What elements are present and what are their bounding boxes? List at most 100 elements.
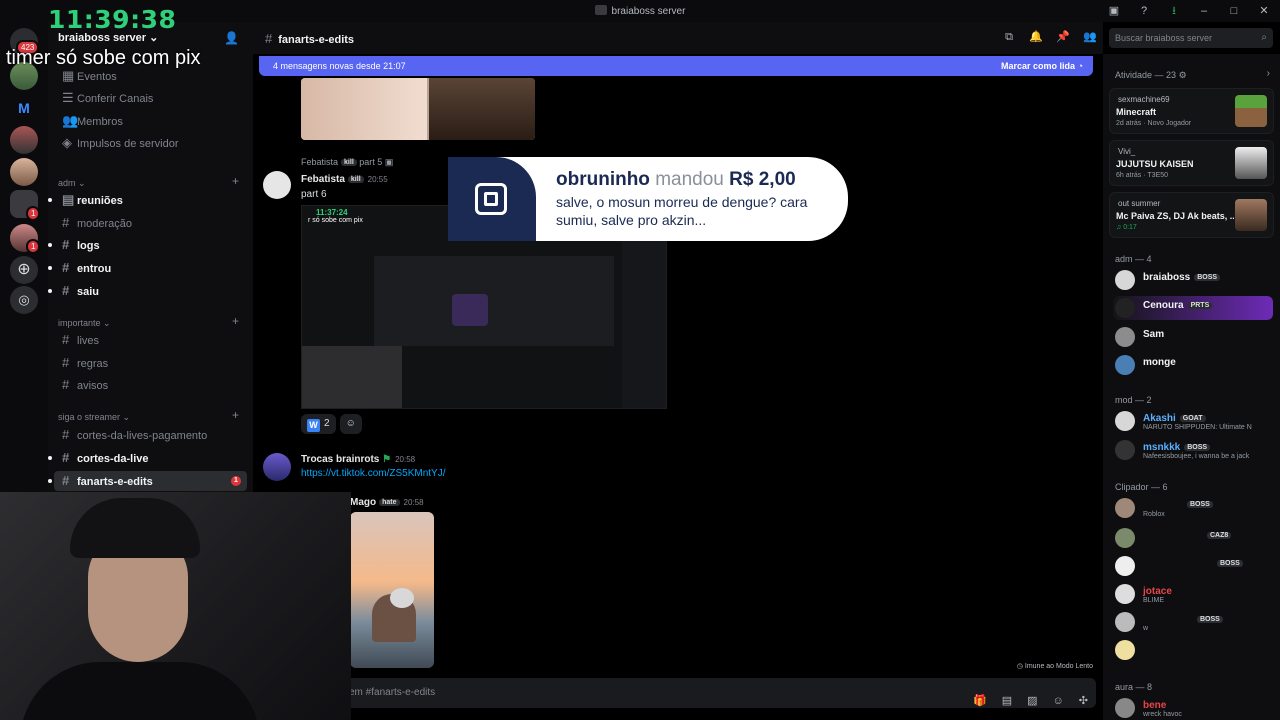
bell-icon[interactable]: 🔔 [1029, 30, 1043, 44]
member-item[interactable]: BOSS Roblox [1113, 496, 1273, 520]
avatar [1115, 327, 1135, 347]
server-icon-m[interactable]: M [10, 94, 38, 122]
member-item[interactable]: monge [1113, 353, 1273, 377]
message-author[interactable]: Mago hate 20:58 [350, 497, 424, 508]
message-author[interactable]: Trocas brainrots ⚑ 20:58 [301, 454, 415, 465]
inbox-icon[interactable]: ▣ [1106, 3, 1122, 19]
activity-card[interactable]: Vivi_ JUJUTSU KAISEN 6h atrás · T3E50 [1109, 140, 1274, 186]
inner-caption: r só sobe com pix [308, 217, 363, 224]
inner-timer: 11:37:24 [316, 208, 348, 217]
avatar[interactable] [263, 171, 291, 199]
close-icon[interactable]: ✕ [1256, 3, 1272, 19]
members-list-icon[interactable]: 👥 [1083, 30, 1097, 44]
member-item[interactable]: braiaboss BOSS [1113, 268, 1273, 292]
gif-icon[interactable]: ▤ [1002, 686, 1012, 716]
add-member-icon[interactable]: 👤 [224, 31, 239, 45]
window-title: braiaboss server [0, 5, 1280, 17]
chevron-right-icon[interactable]: › [1267, 68, 1270, 79]
server-icon-2[interactable] [10, 126, 38, 154]
sticker-icon[interactable]: ▨ [1027, 686, 1037, 716]
role-header-adm: adm — 4 [1115, 254, 1152, 264]
clock-icon: ◷ [1016, 663, 1023, 670]
donation-headline: obruninho mandou R$ 2,00 [556, 169, 796, 190]
add-server-icon[interactable]: ⊕ [10, 256, 38, 284]
member-item[interactable]: BOSS [1113, 554, 1273, 578]
channel-avisos[interactable]: # avisos [54, 375, 247, 395]
hash-icon: # [265, 31, 273, 46]
member-item[interactable]: Cenoura PRTS [1113, 296, 1273, 320]
sidebar-item-conferir-canais[interactable]: ☰ Conferir Canais [54, 88, 247, 108]
sidebar-item-membros[interactable]: 👥Membros [54, 111, 247, 131]
anime-thumbnail [1235, 147, 1267, 179]
reaction-w[interactable]: W2 [301, 414, 336, 434]
add-channel-icon[interactable]: + [232, 408, 239, 422]
emoji-icon[interactable]: ☺ [1053, 686, 1064, 716]
search-input[interactable]: Buscar braiaboss server ⌕ [1109, 28, 1273, 48]
donation-alert: obruninho mandou R$ 2,00 salve, o mosun … [448, 157, 848, 241]
member-item[interactable]: jotace BLIME [1113, 582, 1273, 606]
member-item[interactable]: CAZ8 [1113, 526, 1273, 550]
member-item[interactable] [1113, 638, 1273, 662]
chat-area: Febatista kill part 5 ▣ Febatista kill 20:5… [253, 54, 1103, 720]
channel-lives[interactable]: # lives [54, 330, 247, 350]
avatar [1115, 355, 1135, 375]
server-icon [594, 5, 607, 15]
mark-read-button[interactable]: Marcar como lida ◔ [1001, 56, 1083, 76]
forum-icon: ▤ [62, 192, 75, 207]
donation-logo [448, 157, 536, 241]
channel-moderacao[interactable]: # moderação [54, 213, 247, 233]
member-panel: Atividade — 23 ⚙ › sexmachine69 Minecraf… [1103, 54, 1280, 720]
minecraft-icon [1235, 95, 1267, 127]
activity-card[interactable]: out summer Mc Paiva ZS, DJ Ak beats, ...… [1109, 192, 1274, 238]
member-item[interactable]: Sam [1113, 325, 1273, 349]
discover-icon[interactable]: ◎ [10, 286, 38, 314]
channel-cortes-pagamento[interactable]: # cortes-da-lives-pagamento [54, 425, 247, 445]
category-siga-o-streamer[interactable]: siga o streamer ⌄ [58, 412, 130, 423]
add-channel-icon[interactable]: + [232, 314, 239, 328]
server-icon-3[interactable] [10, 158, 38, 186]
members-icon: 👥 [62, 113, 79, 128]
pin-icon[interactable]: 📌 [1056, 30, 1070, 44]
add-reaction-button[interactable]: ☺ [339, 414, 362, 434]
channel-fanarts-e-edits[interactable]: # fanarts-e-edits 1 [48, 471, 247, 491]
channel-logs[interactable]: # logs [48, 235, 247, 255]
minimize-icon[interactable]: – [1196, 3, 1212, 19]
help-icon[interactable]: ? [1136, 3, 1152, 19]
server-badge-a: 1 [26, 206, 41, 221]
image-attachment[interactable] [301, 78, 535, 140]
channel-entrou[interactable]: # entrou [48, 258, 247, 278]
avatar [1115, 270, 1135, 290]
mention-badge: 1 [231, 476, 241, 486]
stream-caption: timer só sobe com pix [6, 47, 201, 69]
message-link[interactable]: https://vt.tiktok.com/ZS5KMntYJ/ [301, 468, 446, 479]
channel-title: # fanarts-e-edits [265, 31, 355, 46]
reply-preview[interactable]: Febatista kill part 5 ▣ [301, 157, 393, 168]
message-author[interactable]: Febatista kill 20:55 [301, 174, 388, 185]
member-item[interactable]: bene wreck havoc [1113, 696, 1273, 720]
download-icon[interactable]: ⭳ [1166, 3, 1182, 19]
channel-reunioes[interactable]: ▤ reuniões [48, 190, 247, 210]
message-input[interactable]: em #fanarts-e-edits 🎁 ▤ ▨ ☺ ✣ [301, 678, 1096, 708]
threads-icon[interactable]: ⧉ [1002, 30, 1016, 44]
member-item[interactable]: msnkkk BOSS Nafeesisboujee, i wanna be a j… [1113, 438, 1273, 462]
album-thumbnail [1235, 199, 1267, 231]
sidebar-item-impulsos[interactable]: ◈ Impulsos de servidor [54, 133, 247, 153]
channel-saiu[interactable]: # saiu [48, 281, 247, 301]
new-messages-bar[interactable]: 4 mensagens novas desde 21:07 Marcar com… [259, 56, 1093, 76]
avatar [1115, 612, 1135, 632]
channel-regras[interactable]: # regras [54, 353, 247, 373]
member-item[interactable]: Akashi GOAT NARUTO SHIPPUDEN: Ultimate N [1113, 409, 1273, 433]
member-item[interactable]: BOSS w [1113, 610, 1273, 634]
apps-icon[interactable]: ✣ [1079, 686, 1088, 716]
avatar [1115, 556, 1135, 576]
image-attachment[interactable] [350, 512, 434, 668]
avatar[interactable] [263, 453, 291, 481]
category-adm[interactable]: adm ⌄ [58, 178, 86, 189]
channel-cortes-da-live[interactable]: # cortes-da-live [48, 448, 247, 468]
activity-card[interactable]: sexmachine69 Minecraft 2d atrás · Novo J… [1109, 88, 1274, 134]
maximize-icon[interactable]: □ [1226, 3, 1242, 19]
gift-icon[interactable]: 🎁 [973, 686, 987, 716]
add-channel-icon[interactable]: + [232, 174, 239, 188]
boost-icon: ◈ [62, 135, 72, 150]
category-importante[interactable]: importante ⌄ [58, 318, 111, 329]
